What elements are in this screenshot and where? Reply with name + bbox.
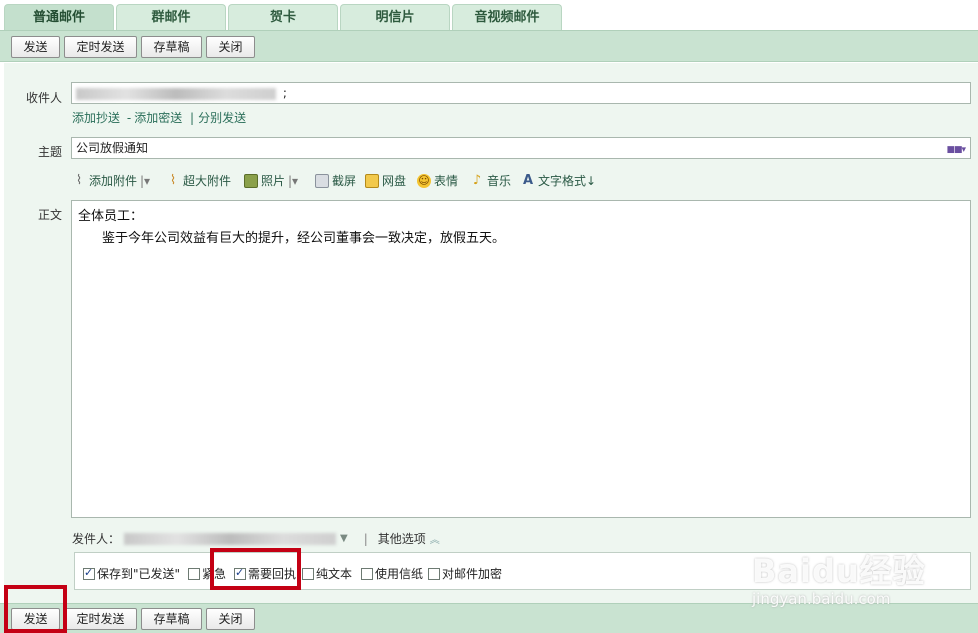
option-encrypt-label: 对邮件加密: [442, 567, 503, 581]
scheduled-send-button[interactable]: 定时发送: [64, 36, 137, 58]
attachment-dropdown-icon[interactable]: |▾: [140, 174, 150, 188]
send-separately-link[interactable]: 分别发送: [198, 111, 246, 125]
sender-separator: |: [363, 531, 368, 546]
plain-text-checkbox[interactable]: [302, 567, 314, 580]
watermark-logo: Baidu经验: [752, 552, 926, 590]
photo-dropdown-icon[interactable]: |▾: [288, 174, 298, 188]
tab-normal-mail[interactable]: 普通邮件: [4, 4, 114, 30]
netdisk-tool[interactable]: 网盘: [365, 172, 406, 189]
tab-postcard[interactable]: 明信片: [340, 4, 450, 30]
subject-color-picker-icon[interactable]: ■■▾: [946, 142, 966, 158]
subject-label: 主题: [37, 145, 62, 159]
add-cc-link[interactable]: 添加抄送: [72, 111, 120, 125]
recipient-input[interactable]: ;: [71, 82, 971, 104]
body-line-greeting: 全体员工：: [78, 209, 144, 224]
close-button[interactable]: 关闭: [206, 36, 255, 58]
tab-greeting-card[interactable]: 贺卡: [228, 4, 338, 30]
option-stationery-label: 使用信纸: [375, 567, 424, 581]
photo-tool[interactable]: 照片 |▾: [244, 172, 298, 189]
dash-separator: -: [126, 111, 132, 125]
music-label: 音乐: [487, 174, 512, 188]
compose-type-tabs: 普通邮件 群邮件 贺卡 明信片 音视频邮件: [0, 0, 978, 30]
sender-row: 发件人： ▼ | 其他选项 ︽: [72, 530, 440, 547]
bottom-close-button[interactable]: 关闭: [206, 608, 255, 630]
emoticon-tool[interactable]: ☺ 表情: [417, 172, 458, 189]
save-sent-checkbox[interactable]: [83, 566, 95, 580]
redacted-sender: [124, 532, 337, 545]
redacted-recipient: [76, 87, 276, 100]
top-toolbar: 发送 定时发送 存草稿 关闭: [0, 30, 978, 62]
other-options-link[interactable]: 其他选项: [378, 530, 426, 547]
text-format-tool[interactable]: A 文字格式↓: [521, 172, 596, 189]
add-bcc-link[interactable]: 添加密送: [134, 111, 182, 125]
add-attachment-tool[interactable]: ⌇ 添加附件 |▾: [72, 172, 150, 189]
option-save-sent-label: 保存到"已发送": [97, 567, 181, 581]
send-button[interactable]: 发送: [11, 36, 60, 58]
paperclip-icon: ⌇: [75, 172, 83, 188]
highlight-send-button: [4, 585, 67, 633]
body-line-content: 鉴于今年公司效益有巨大的提升，经公司董事会一致决定，放假五天。: [102, 231, 506, 246]
subject-input[interactable]: 公司放假通知 ■■▾: [71, 137, 971, 159]
netdisk-icon: [365, 173, 379, 188]
watermark-url: jingyan.baidu.com: [752, 590, 891, 608]
large-attachment-label: 超大附件: [183, 174, 232, 188]
netdisk-label: 网盘: [382, 174, 407, 188]
option-plain-text[interactable]: 纯文本: [302, 565, 352, 582]
screenshot-icon: [315, 173, 329, 188]
large-attachment-tool[interactable]: ⌇ 超大附件: [166, 172, 231, 189]
tab-group-mail[interactable]: 群邮件: [116, 4, 226, 30]
save-draft-button[interactable]: 存草稿: [141, 36, 202, 58]
add-attachment-label: 添加附件: [89, 174, 138, 188]
large-attachment-icon: ⌇: [169, 172, 177, 188]
screenshot-label: 截屏: [332, 174, 357, 188]
recipient-trailing: ;: [282, 86, 287, 100]
option-encrypt[interactable]: 对邮件加密: [428, 565, 502, 582]
screenshot-tool[interactable]: 截屏: [315, 172, 356, 189]
music-note-icon: ♪: [472, 172, 482, 188]
bottom-scheduled-send-button[interactable]: 定时发送: [64, 608, 137, 630]
option-plain-text-label: 纯文本: [316, 567, 353, 581]
encrypt-checkbox[interactable]: [428, 567, 440, 580]
photo-label: 照片: [261, 174, 286, 188]
music-tool[interactable]: ♪ 音乐: [470, 172, 511, 189]
bottom-save-draft-button[interactable]: 存草稿: [141, 608, 202, 630]
subject-value: 公司放假通知: [76, 141, 149, 155]
smiley-icon: ☺: [417, 173, 431, 188]
urgent-checkbox[interactable]: [188, 567, 200, 580]
sender-label: 发件人：: [72, 532, 121, 546]
chevron-up-icon: ︽: [429, 535, 440, 546]
sender-dropdown-icon[interactable]: ▼: [340, 533, 348, 544]
recipient-links: 添加抄送 - 添加密送 | 分别发送: [72, 109, 246, 126]
message-body-editor[interactable]: 全体员工： 鉴于今年公司效益有巨大的提升，经公司董事会一致决定，放假五天。: [71, 200, 971, 518]
option-save-sent[interactable]: 保存到"已发送": [83, 565, 180, 582]
highlight-read-receipt: [210, 548, 301, 590]
baidu-jingyan-watermark: Baidu经验 jingyan.baidu.com: [752, 546, 942, 610]
recipient-label: 收件人: [25, 91, 62, 105]
photo-icon: [244, 173, 258, 188]
emoticon-label: 表情: [434, 174, 459, 188]
stationery-checkbox[interactable]: [361, 567, 373, 580]
text-format-label: 文字格式↓: [538, 174, 597, 188]
option-stationery[interactable]: 使用信纸: [361, 565, 423, 582]
body-label: 正文: [37, 208, 62, 222]
link-separator: |: [190, 111, 195, 125]
text-format-icon: A: [522, 172, 534, 188]
tab-av-mail[interactable]: 音视频邮件: [452, 4, 562, 30]
